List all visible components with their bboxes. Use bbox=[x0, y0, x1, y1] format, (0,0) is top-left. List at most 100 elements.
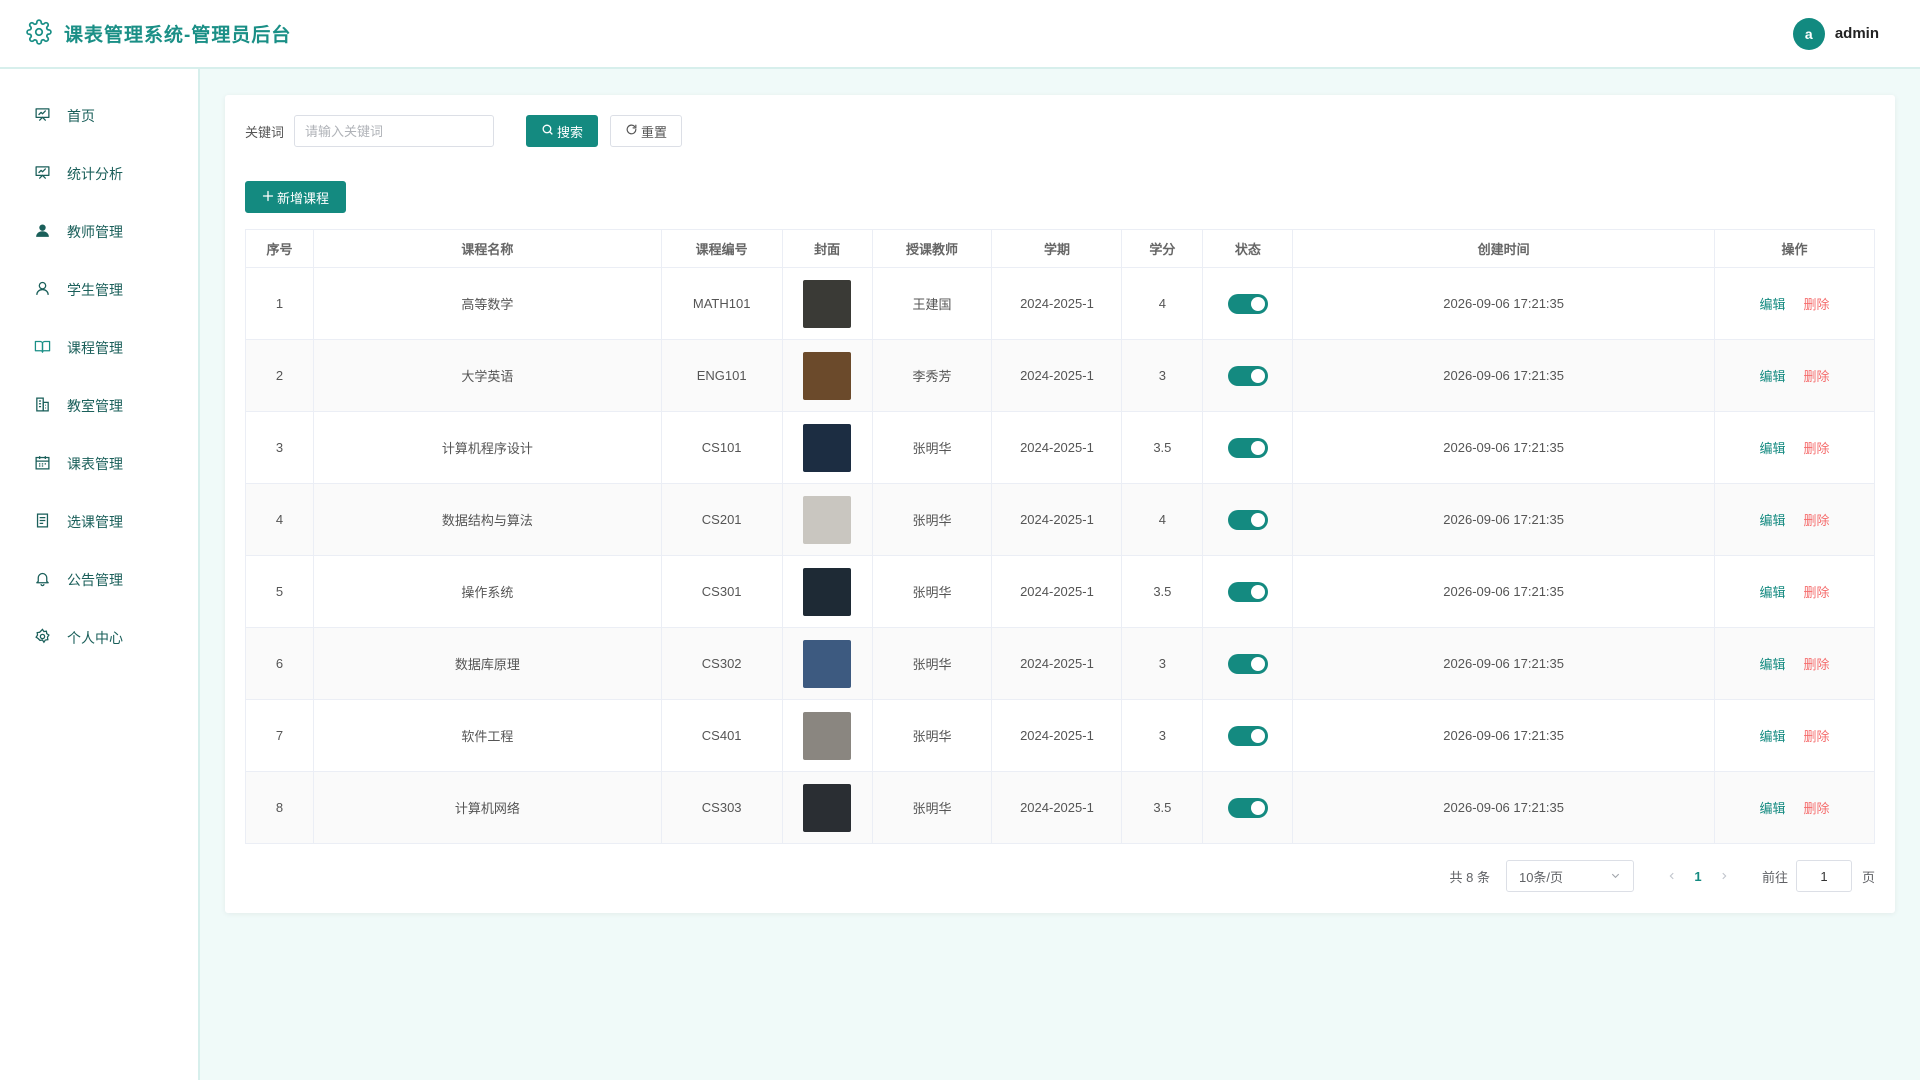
cell-course-code: ENG101 bbox=[660, 339, 783, 412]
goto-suffix: 页 bbox=[1861, 869, 1875, 885]
cell-actions: 编辑 删除 bbox=[1714, 339, 1875, 412]
cell-credit: 3.5 bbox=[1121, 411, 1204, 484]
edit-button[interactable]: 编辑 bbox=[1759, 369, 1785, 384]
status-toggle[interactable] bbox=[1227, 437, 1268, 458]
cell-created: 2026-09-06 17:21:35 bbox=[1292, 627, 1715, 700]
cell-term: 2024-2025-1 bbox=[991, 339, 1123, 412]
edit-button[interactable]: 编辑 bbox=[1759, 441, 1785, 456]
cover-image[interactable] bbox=[803, 495, 852, 544]
sidebar-item-home[interactable]: 首页 bbox=[0, 87, 198, 145]
cell-credit: 4 bbox=[1121, 483, 1204, 556]
status-toggle[interactable] bbox=[1227, 797, 1268, 818]
cover-image[interactable] bbox=[803, 567, 852, 616]
sidebar-item-label: 教师管理 bbox=[67, 224, 123, 240]
cover-image[interactable] bbox=[803, 783, 852, 832]
cell-teacher: 张明华 bbox=[871, 483, 993, 556]
sidebar-item-teachers[interactable]: 教师管理 bbox=[0, 203, 198, 261]
cell-term: 2024-2025-1 bbox=[991, 411, 1123, 484]
main-panel: 关键词 搜索 重置 新增课程 序号 课程名称 课程编号 封面 授课教师 学期 学… bbox=[225, 95, 1895, 913]
cell-status bbox=[1202, 483, 1294, 556]
sidebar-item-label: 首页 bbox=[67, 108, 95, 124]
edit-button[interactable]: 编辑 bbox=[1759, 729, 1785, 744]
sidebar-item-enrollment[interactable]: 选课管理 bbox=[0, 493, 198, 551]
status-toggle[interactable] bbox=[1227, 293, 1268, 314]
delete-button[interactable]: 删除 bbox=[1804, 801, 1830, 816]
username[interactable]: admin bbox=[1835, 25, 1879, 42]
sidebar-item-label: 教室管理 bbox=[67, 398, 123, 414]
keyword-input[interactable] bbox=[294, 115, 495, 147]
plus-icon bbox=[262, 190, 274, 205]
sidebar-item-label: 选课管理 bbox=[67, 514, 123, 530]
edit-button[interactable]: 编辑 bbox=[1759, 297, 1785, 312]
cell-no: 4 bbox=[245, 483, 314, 556]
sidebar-item-timetable[interactable]: 课表管理 bbox=[0, 435, 198, 493]
cell-status bbox=[1202, 771, 1294, 844]
sidebar-item-label: 公告管理 bbox=[67, 572, 123, 588]
sidebar-item-students[interactable]: 学生管理 bbox=[0, 261, 198, 319]
delete-button[interactable]: 删除 bbox=[1804, 657, 1830, 672]
add-course-button[interactable]: 新增课程 bbox=[245, 181, 347, 213]
status-toggle[interactable] bbox=[1227, 509, 1268, 530]
cell-course-name: 高等数学 bbox=[312, 267, 662, 340]
reset-button[interactable]: 重置 bbox=[610, 115, 683, 147]
status-toggle[interactable] bbox=[1227, 653, 1268, 674]
cell-actions: 编辑 删除 bbox=[1714, 699, 1875, 772]
chevron-down-icon bbox=[1610, 869, 1621, 884]
table-header-row: 序号 课程名称 课程编号 封面 授课教师 学期 学分 状态 创建时间 操作 bbox=[245, 229, 1875, 268]
cell-teacher: 李秀芳 bbox=[871, 339, 993, 412]
cell-actions: 编辑 删除 bbox=[1714, 627, 1875, 700]
sidebar-item-classrooms[interactable]: 教室管理 bbox=[0, 377, 198, 435]
cell-no: 2 bbox=[245, 339, 314, 412]
cell-no: 1 bbox=[245, 267, 314, 340]
cell-course-name: 计算机网络 bbox=[312, 771, 662, 844]
column-header: 授课教师 bbox=[871, 229, 993, 268]
delete-button[interactable]: 删除 bbox=[1804, 729, 1830, 744]
cell-credit: 3.5 bbox=[1121, 555, 1204, 628]
delete-button[interactable]: 删除 bbox=[1804, 369, 1830, 384]
cell-created: 2026-09-06 17:21:35 bbox=[1292, 699, 1715, 772]
cell-actions: 编辑 删除 bbox=[1714, 555, 1875, 628]
sidebar-item-notices[interactable]: 公告管理 bbox=[0, 551, 198, 609]
status-toggle[interactable] bbox=[1227, 581, 1268, 602]
column-header: 操作 bbox=[1714, 229, 1875, 268]
cell-course-code: CS401 bbox=[660, 699, 783, 772]
cover-image[interactable] bbox=[803, 711, 852, 760]
cover-image[interactable] bbox=[803, 639, 852, 688]
prev-page-button[interactable] bbox=[1658, 869, 1686, 884]
cell-credit: 3 bbox=[1121, 339, 1204, 412]
edit-button[interactable]: 编辑 bbox=[1759, 657, 1785, 672]
cell-teacher: 张明华 bbox=[871, 699, 993, 772]
edit-button[interactable]: 编辑 bbox=[1759, 801, 1785, 816]
edit-button[interactable]: 编辑 bbox=[1759, 513, 1785, 528]
search-button[interactable]: 搜索 bbox=[526, 115, 599, 147]
cell-course-code: CS303 bbox=[660, 771, 783, 844]
cell-cover bbox=[781, 627, 873, 700]
cover-image[interactable] bbox=[803, 351, 852, 400]
delete-button[interactable]: 删除 bbox=[1804, 297, 1830, 312]
user-menu[interactable]: a admin bbox=[1792, 17, 1879, 50]
cell-teacher: 张明华 bbox=[871, 771, 993, 844]
page-size-select[interactable]: 10条/页 bbox=[1505, 860, 1634, 892]
page-number[interactable]: 1 bbox=[1686, 869, 1710, 884]
next-page-button[interactable] bbox=[1710, 869, 1738, 884]
delete-button[interactable]: 删除 bbox=[1804, 585, 1830, 600]
cell-cover bbox=[781, 699, 873, 772]
sidebar-item-stats[interactable]: 统计分析 bbox=[0, 145, 198, 203]
avatar[interactable]: a bbox=[1792, 17, 1825, 50]
status-toggle[interactable] bbox=[1227, 725, 1268, 746]
user-icon bbox=[34, 280, 51, 300]
user-filled-icon bbox=[34, 222, 51, 242]
cell-cover bbox=[781, 771, 873, 844]
sidebar-item-profile[interactable]: 个人中心 bbox=[0, 609, 198, 667]
sidebar-item-label: 个人中心 bbox=[67, 630, 123, 646]
edit-button[interactable]: 编辑 bbox=[1759, 585, 1785, 600]
column-header: 创建时间 bbox=[1292, 229, 1715, 268]
cell-created: 2026-09-06 17:21:35 bbox=[1292, 771, 1715, 844]
goto-page-input[interactable] bbox=[1795, 860, 1852, 892]
cover-image[interactable] bbox=[803, 423, 852, 472]
sidebar-item-courses[interactable]: 课程管理 bbox=[0, 319, 198, 377]
delete-button[interactable]: 删除 bbox=[1804, 441, 1830, 456]
status-toggle[interactable] bbox=[1227, 365, 1268, 386]
cover-image[interactable] bbox=[803, 279, 852, 328]
delete-button[interactable]: 删除 bbox=[1804, 513, 1830, 528]
